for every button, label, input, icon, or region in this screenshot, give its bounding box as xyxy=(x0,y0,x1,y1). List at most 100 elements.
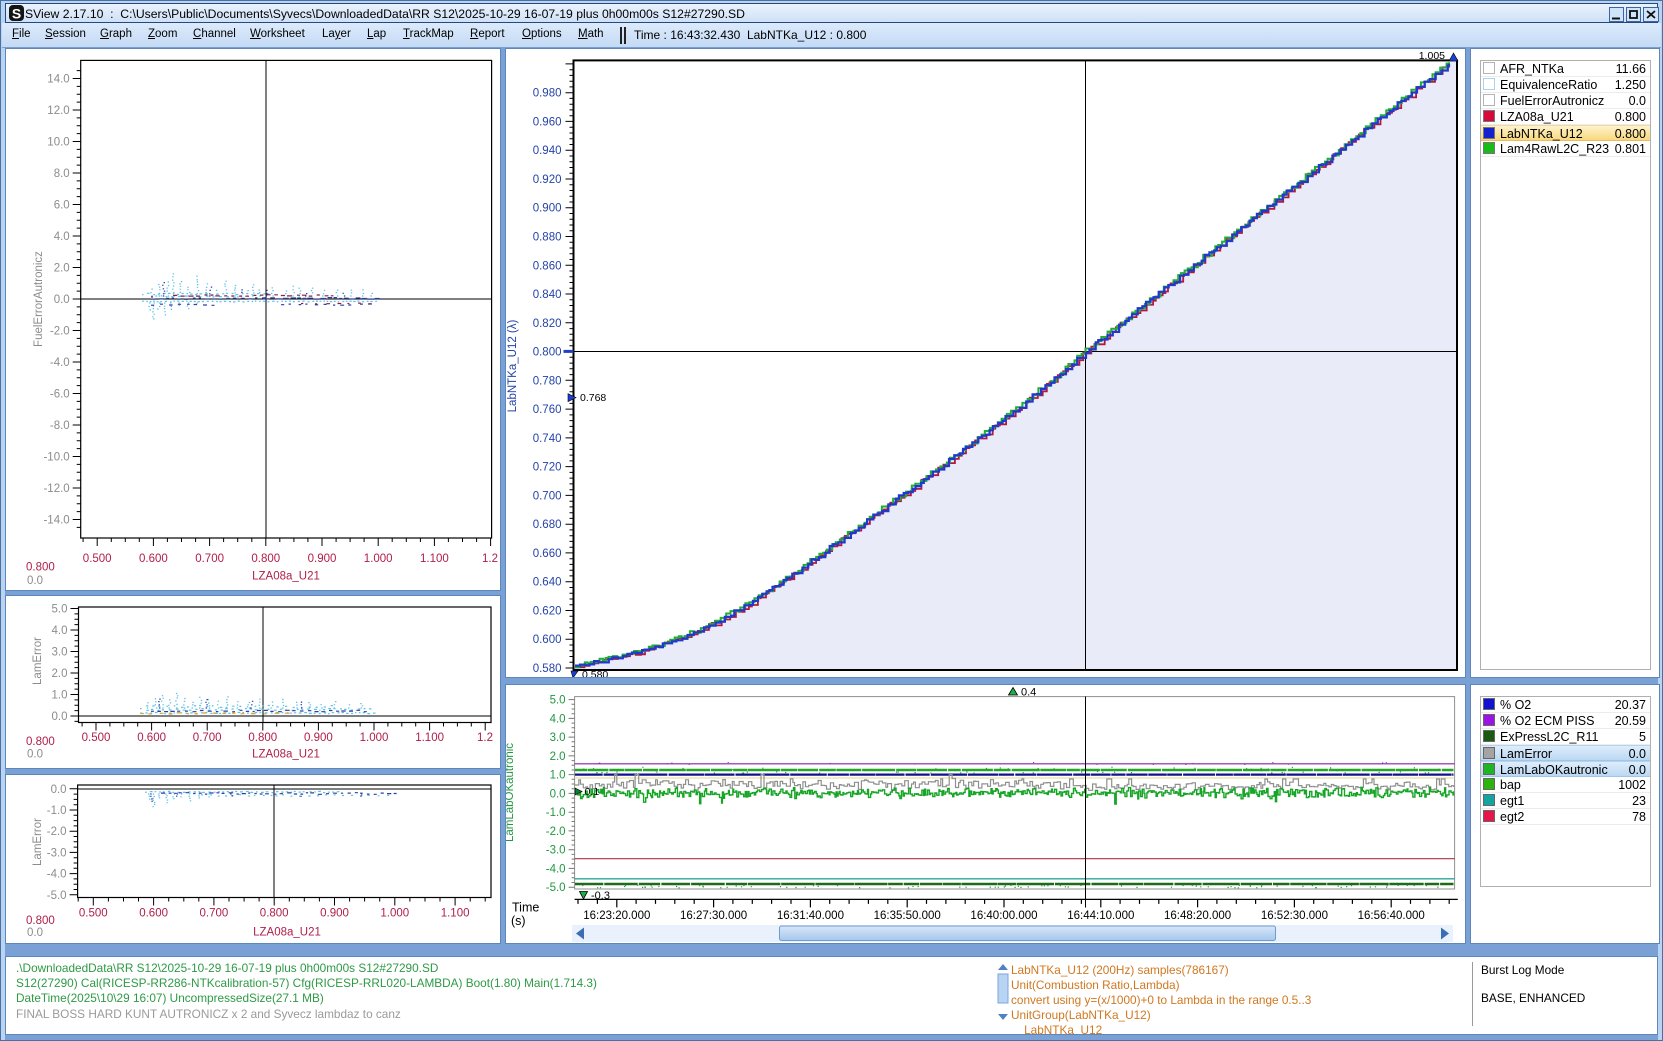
svg-text:-4.0: -4.0 xyxy=(47,869,67,881)
svg-text:0.860: 0.860 xyxy=(533,260,562,272)
svg-text:0.680: 0.680 xyxy=(533,519,562,531)
svg-text:LZA08a_U21: LZA08a_U21 xyxy=(253,927,321,939)
svg-text:(s): (s) xyxy=(511,914,526,928)
svg-text:3.0: 3.0 xyxy=(550,732,566,744)
svg-text:-2.0: -2.0 xyxy=(50,326,70,338)
svg-text:-2.0: -2.0 xyxy=(47,826,67,838)
svg-text:8.0: 8.0 xyxy=(54,168,70,180)
svg-text:0.900: 0.900 xyxy=(533,203,562,215)
svg-text:-6.0: -6.0 xyxy=(50,389,70,401)
svg-text:16:48:20.000: 16:48:20.000 xyxy=(1164,910,1231,922)
svg-text:0.800: 0.800 xyxy=(26,562,55,574)
svg-text:S: S xyxy=(12,6,21,22)
svg-text:1.2: 1.2 xyxy=(482,553,498,565)
svg-text:-10.0: -10.0 xyxy=(43,452,69,464)
svg-text:0.800: 0.800 xyxy=(533,347,562,359)
svg-text:2.0: 2.0 xyxy=(550,751,566,763)
svg-text:-0.3: -0.3 xyxy=(591,890,610,902)
svg-text:0.640: 0.640 xyxy=(533,577,562,589)
svg-text:0.600: 0.600 xyxy=(139,908,168,920)
svg-text:0.0: 0.0 xyxy=(54,294,70,306)
svg-text:LamError: LamError xyxy=(32,818,44,866)
svg-text:0.1: 0.1 xyxy=(585,786,600,798)
svg-text:0.580: 0.580 xyxy=(533,663,562,675)
svg-text:1.000: 1.000 xyxy=(360,732,389,744)
svg-text:0.760: 0.760 xyxy=(533,404,562,416)
svg-text:LamLabOKautronic: LamLabOKautronic xyxy=(506,743,516,842)
svg-text:1.0: 1.0 xyxy=(52,690,68,702)
svg-text:0.0: 0.0 xyxy=(27,927,43,939)
svg-text:0.0: 0.0 xyxy=(52,711,68,723)
svg-text:3.0: 3.0 xyxy=(52,647,68,659)
svg-text:0.0: 0.0 xyxy=(27,575,43,587)
svg-text:5.0: 5.0 xyxy=(550,695,566,707)
svg-text:0.880: 0.880 xyxy=(533,232,562,244)
svg-text:2.0: 2.0 xyxy=(52,668,68,680)
svg-text:0.500: 0.500 xyxy=(83,553,112,565)
svg-text:16:27:30.000: 16:27:30.000 xyxy=(680,910,747,922)
svg-text:0.700: 0.700 xyxy=(200,908,229,920)
svg-text:0.900: 0.900 xyxy=(320,908,349,920)
svg-text:0.700: 0.700 xyxy=(193,732,222,744)
svg-text:0.800: 0.800 xyxy=(26,736,55,748)
svg-text:Time: Time xyxy=(512,901,539,915)
svg-text:0.940: 0.940 xyxy=(533,145,562,157)
svg-text:-3.0: -3.0 xyxy=(47,847,67,859)
svg-text:0.800: 0.800 xyxy=(248,732,277,744)
svg-text:16:31:40.000: 16:31:40.000 xyxy=(777,910,844,922)
svg-text:6.0: 6.0 xyxy=(54,200,70,212)
svg-text:-12.0: -12.0 xyxy=(43,483,69,495)
svg-text:LZA08a_U21: LZA08a_U21 xyxy=(252,571,320,583)
svg-text:0.780: 0.780 xyxy=(533,375,562,387)
svg-text:0.960: 0.960 xyxy=(533,116,562,128)
svg-text:0.700: 0.700 xyxy=(195,553,224,565)
svg-text:0.600: 0.600 xyxy=(137,732,166,744)
svg-text:1.0: 1.0 xyxy=(550,770,566,782)
svg-text:-1.0: -1.0 xyxy=(47,805,67,817)
svg-text:1.005: 1.005 xyxy=(1419,50,1445,62)
svg-text:16:56:40.000: 16:56:40.000 xyxy=(1358,910,1425,922)
svg-text:0.800: 0.800 xyxy=(251,553,280,565)
svg-text:LZA08a_U21: LZA08a_U21 xyxy=(252,749,320,761)
svg-text:4.0: 4.0 xyxy=(550,713,566,725)
svg-text:-1.0: -1.0 xyxy=(546,807,566,819)
svg-text:LamError: LamError xyxy=(32,637,44,685)
svg-text:0.720: 0.720 xyxy=(533,462,562,474)
svg-text:16:40:00.000: 16:40:00.000 xyxy=(970,910,1037,922)
svg-text:0.580: 0.580 xyxy=(582,669,608,678)
svg-text:0.740: 0.740 xyxy=(533,433,562,445)
svg-text:0.800: 0.800 xyxy=(260,908,289,920)
svg-text:16:35:50.000: 16:35:50.000 xyxy=(874,910,941,922)
svg-text:0.500: 0.500 xyxy=(82,732,111,744)
svg-text:-5.0: -5.0 xyxy=(546,882,566,894)
svg-text:16:23:20.000: 16:23:20.000 xyxy=(583,910,650,922)
svg-text:0.980: 0.980 xyxy=(533,88,562,100)
svg-text:-3.0: -3.0 xyxy=(546,845,566,857)
svg-text:0.0: 0.0 xyxy=(51,784,67,796)
svg-text:0.0: 0.0 xyxy=(550,788,566,800)
svg-text:1.000: 1.000 xyxy=(380,908,409,920)
svg-text:0.900: 0.900 xyxy=(304,732,333,744)
svg-text:0.600: 0.600 xyxy=(139,553,168,565)
svg-text:LabNTKa_U12 (λ): LabNTKa_U12 (λ) xyxy=(507,319,519,412)
svg-text:1.100: 1.100 xyxy=(415,732,444,744)
svg-text:16:52:30.000: 16:52:30.000 xyxy=(1261,910,1328,922)
svg-text:0.0: 0.0 xyxy=(27,749,43,761)
svg-text:0.700: 0.700 xyxy=(533,490,562,502)
svg-text:4.0: 4.0 xyxy=(54,231,70,243)
svg-text:10.0: 10.0 xyxy=(47,137,69,149)
svg-text:-4.0: -4.0 xyxy=(546,863,566,875)
svg-text:FuelErrorAutronicz: FuelErrorAutronicz xyxy=(33,251,45,347)
svg-text:5.0: 5.0 xyxy=(52,604,68,616)
svg-text:0.660: 0.660 xyxy=(533,548,562,560)
svg-text:0.840: 0.840 xyxy=(533,289,562,301)
svg-text:1.100: 1.100 xyxy=(420,553,449,565)
svg-text:0.920: 0.920 xyxy=(533,174,562,186)
svg-text:1.000: 1.000 xyxy=(364,553,393,565)
svg-text:1.2: 1.2 xyxy=(477,732,493,744)
svg-text:4.0: 4.0 xyxy=(52,625,68,637)
svg-text:12.0: 12.0 xyxy=(47,105,69,117)
svg-text:-2.0: -2.0 xyxy=(546,826,566,838)
svg-text:0.500: 0.500 xyxy=(79,908,108,920)
svg-text:0.800: 0.800 xyxy=(26,915,55,927)
